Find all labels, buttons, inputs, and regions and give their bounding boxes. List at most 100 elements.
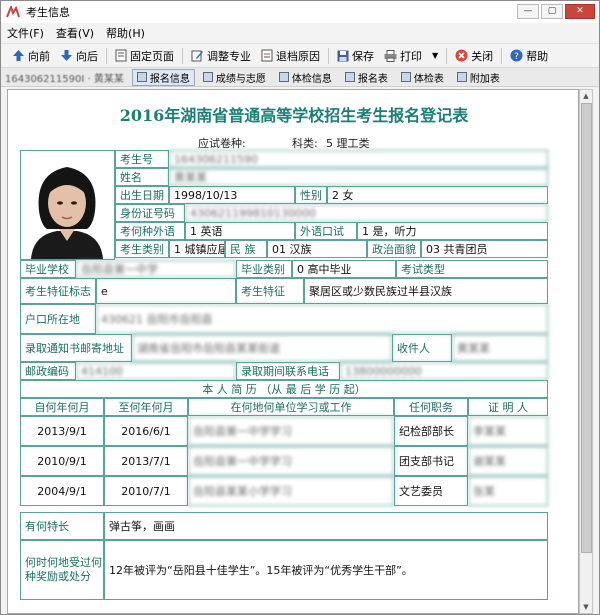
resume-row-to: 2016/6/1 xyxy=(104,416,188,446)
help-icon: ? xyxy=(510,49,523,62)
ethnicity-value: 01 汉族 xyxy=(267,240,367,258)
scroll-down-icon[interactable]: ▼ xyxy=(580,601,592,613)
resume-row-role: 纪检部部长 xyxy=(394,416,468,446)
tab-label: 体检信息 xyxy=(291,73,332,85)
close-button[interactable]: 关闭 xyxy=(450,46,498,66)
menu-help[interactable]: 帮助(H) xyxy=(106,25,145,41)
printer-icon xyxy=(384,49,397,62)
tab-icon xyxy=(202,72,213,82)
tab-physical-exam-form[interactable]: 体检表 xyxy=(396,69,449,86)
tab-label: 报名表 xyxy=(357,73,388,85)
contact-phone-value: 13800000000 xyxy=(340,362,548,380)
tab-icon xyxy=(136,72,147,82)
forward-label: 向后 xyxy=(76,49,98,63)
political-status-label: 政治面貌 xyxy=(367,240,421,258)
app-logo-icon xyxy=(6,6,20,18)
help-button[interactable]: ? 帮助 xyxy=(505,46,553,66)
toolbar-separator xyxy=(501,47,503,64)
toolbar-separator xyxy=(182,47,183,64)
resume-row-unit: 岳阳县某某小学学习 xyxy=(188,476,394,506)
tab-registration-form[interactable]: 报名表 xyxy=(340,69,393,86)
tab-registration-info[interactable]: 报名信息 xyxy=(131,68,195,86)
tab-icon xyxy=(400,72,411,82)
resume-header-unit: 在何地何单位学习或工作 xyxy=(188,398,394,416)
name-value: 黄某某 xyxy=(169,168,548,186)
menu-view[interactable]: 查看(V) xyxy=(56,25,94,41)
resume-row-from: 2010/9/1 xyxy=(20,446,104,476)
document-icon xyxy=(261,49,273,62)
tab-additional-form[interactable]: 附加表 xyxy=(452,69,505,86)
menu-bar: 文件(F) 查看(V) 帮助(H) xyxy=(1,23,599,42)
arrow-up-icon xyxy=(13,50,24,61)
receiver-value: 黄某某 xyxy=(452,334,548,362)
edit-icon xyxy=(191,50,203,62)
mailing-address-label: 录取通知书邮寄地址 xyxy=(20,334,132,362)
tab-bar: 164306211590I · 黄某某 报名信息 成绩与志愿 体检信息 报名表 … xyxy=(1,67,599,87)
svg-text:?: ? xyxy=(514,52,519,62)
tab-physical-exam-info[interactable]: 体检信息 xyxy=(274,69,337,86)
student-mark-label: 考生特征标志 xyxy=(20,278,96,304)
oral-exam-label: 外语口试 xyxy=(295,222,357,240)
fix-page-button[interactable]: 固定页面 xyxy=(110,46,179,66)
save-button[interactable]: 保存 xyxy=(332,46,379,66)
minimize-button[interactable]: — xyxy=(517,4,539,19)
resume-header-role: 任何职务 xyxy=(394,398,468,416)
oral-exam-value: 1 是，听力 xyxy=(357,222,548,240)
gender-value: 2 女 xyxy=(327,186,548,204)
fix-page-label: 固定页面 xyxy=(130,49,174,63)
tab-label: 成绩与志愿 xyxy=(215,73,266,85)
tab-icon xyxy=(456,72,467,82)
resume-row-from: 2013/9/1 xyxy=(20,416,104,446)
scroll-up-icon[interactable]: ▲ xyxy=(580,90,592,102)
school-value: 岳阳县第一中学 xyxy=(76,260,236,278)
student-feature-label: 考生特征 xyxy=(236,278,304,304)
print-label: 打印 xyxy=(400,49,422,63)
print-button[interactable]: 打印 xyxy=(379,46,427,66)
resume-header-witness: 证 明 人 xyxy=(468,398,548,416)
maximize-button[interactable]: ▢ xyxy=(541,4,563,19)
resume-row-role: 文艺委员 xyxy=(394,476,468,506)
close-label: 关闭 xyxy=(471,49,494,63)
foreign-language-value: 1 英语 xyxy=(185,222,295,240)
tab-scores-preferences[interactable]: 成绩与志愿 xyxy=(198,69,271,86)
id-label: 身份证号码 xyxy=(115,204,185,222)
chevron-down-icon: ▼ xyxy=(432,51,439,60)
scrollbar-thumb[interactable] xyxy=(581,103,592,553)
current-user-label: 164306211590I · 黄某某 xyxy=(5,73,124,85)
withdraw-reason-button[interactable]: 退档原因 xyxy=(256,46,325,66)
student-photo-image xyxy=(21,151,114,259)
gender-label: 性别 xyxy=(295,186,327,204)
toolbar-separator xyxy=(328,47,329,64)
menu-file[interactable]: 文件(F) xyxy=(7,25,44,41)
close-window-button[interactable]: ✕ xyxy=(565,4,595,19)
adjust-major-button[interactable]: 调整专业 xyxy=(186,46,256,66)
resume-row-witness: 张某 xyxy=(468,476,548,506)
tab-icon xyxy=(344,72,355,82)
hukou-label: 户口所在地 xyxy=(20,304,96,334)
vertical-scrollbar[interactable]: ▲ ▼ xyxy=(579,89,593,614)
talent-value: 弹古筝，画画 xyxy=(104,512,548,540)
subject-label: 科类: xyxy=(292,137,318,150)
paper-type-label: 应试卷种: xyxy=(198,137,246,150)
resume-row-witness: 谢某某 xyxy=(468,446,548,476)
title-bar[interactable]: 考生信息 — ▢ ✕ xyxy=(1,1,599,23)
adjust-major-label: 调整专业 xyxy=(207,49,251,63)
student-feature-value: 聚居区或少数民族过半县汉族 xyxy=(304,278,548,304)
resume-row-unit: 岳阳县第一中学学习 xyxy=(188,446,394,476)
ethnicity-label: 民 族 xyxy=(225,240,267,258)
graduation-type-value: 0 高中毕业 xyxy=(292,260,396,278)
subject-value: 5 理工类 xyxy=(326,137,370,150)
exam-no-value: 164306211590 xyxy=(169,150,548,168)
receiver-label: 收件人 xyxy=(392,334,452,362)
contact-phone-label: 录取期间联系电话 xyxy=(236,362,340,380)
resume-title: 本 人 简 历 （从 最 后 学 历 起） xyxy=(20,380,548,398)
back-button[interactable]: 向前 xyxy=(7,46,55,66)
name-label: 姓名 xyxy=(115,168,169,186)
document-viewport[interactable]: 2016年湖南省普通高等学校招生考生报名登记表 应试卷种: 科类: 5 理工类 xyxy=(7,89,579,614)
awards-label: 何时何地受过何种奖励或处分 xyxy=(20,540,104,600)
forward-button[interactable]: 向后 xyxy=(55,46,103,66)
toolbar-separator xyxy=(446,47,448,64)
mailing-address-value: 湖南省岳阳市岳阳县某某街道 xyxy=(132,334,392,362)
print-dropdown-button[interactable]: ▼ xyxy=(427,46,443,66)
postcode-label: 邮政编码 xyxy=(20,362,76,380)
